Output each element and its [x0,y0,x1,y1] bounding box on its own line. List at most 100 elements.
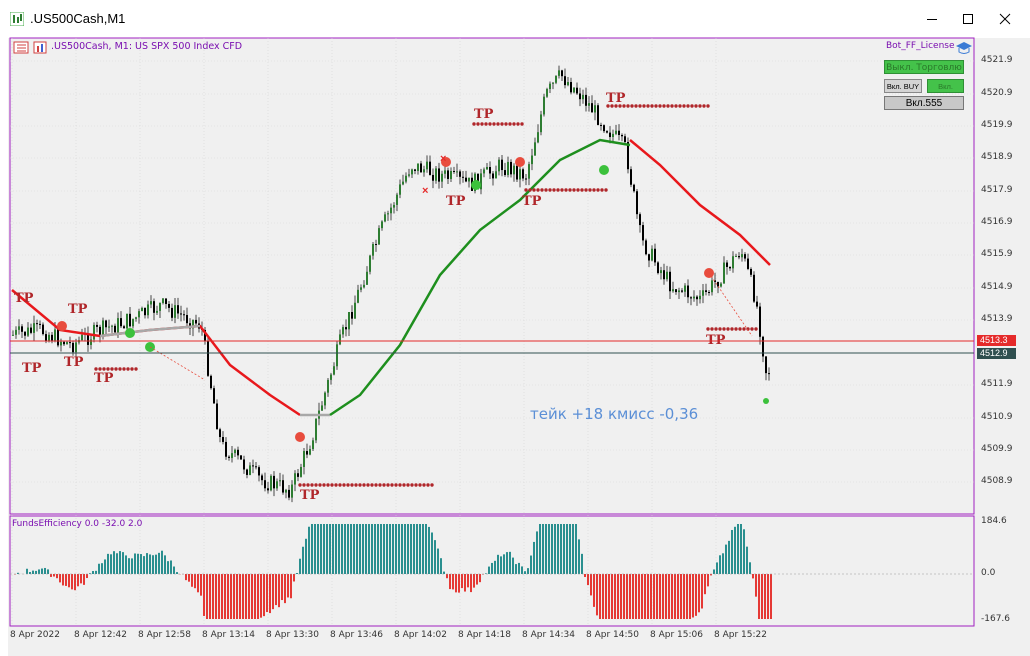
histogram-bar [80,574,82,584]
histogram-bar [137,553,139,574]
tp-label: TP [606,91,626,106]
indicator-list-icon[interactable] [13,41,29,54]
funds-efficiency-histogram [14,524,772,619]
candle-body [762,336,764,357]
histogram-bar [338,524,340,574]
candle-body [516,165,518,180]
histogram-bar [686,574,688,619]
candle-body [519,169,521,180]
tp-level-dot [488,122,492,126]
tp-label: TP [94,371,114,386]
histogram-bar [599,574,601,619]
candle-body [276,481,278,489]
histogram-bar [410,524,412,574]
histogram-bar [728,540,730,574]
tp-level-dot [342,483,346,487]
depth-of-market-icon[interactable] [33,41,47,54]
candle-body [753,274,755,302]
candle-body [438,168,440,182]
graduation-cap-icon [956,42,972,54]
histogram-bar [626,574,628,619]
candle-body [27,327,29,336]
candle-body [606,131,608,133]
histogram-bar [674,574,676,619]
price-tick-label: 4521.9 [981,55,1013,65]
histogram-bar [638,574,640,619]
histogram-bar [500,556,502,574]
histogram-bar [371,524,373,574]
buy-toggle-button[interactable]: Вкл. BUY [884,79,922,93]
candle-body [465,177,467,182]
histogram-bar [452,574,454,590]
histogram-bar [695,574,697,616]
candle-body [312,440,314,450]
candle-body [735,256,737,258]
candle-body [489,167,491,174]
histogram-bar [113,551,115,574]
tp-level-dot [564,188,568,192]
histogram-bar [395,524,397,574]
tp-level-dot [378,483,382,487]
candle-body [387,213,389,215]
histogram-bar [194,574,196,589]
histogram-bar [740,524,742,574]
tp-level-dot [362,483,366,487]
candle-body [33,323,35,333]
tp-level-dot [402,483,406,487]
candle-body [717,281,719,287]
candle-body [360,287,362,290]
candle-body [390,207,392,214]
candle-body [423,169,425,173]
histogram-bar [584,574,586,578]
candle-body [153,301,155,313]
tp-label: TP [522,194,542,209]
price-chart[interactable]: TPTPTPTPTPTPTPTP TPTPTP×× [0,0,1030,656]
trade-toggle-button[interactable]: Выкл. Торговлю [884,60,964,74]
histogram-bar [221,574,223,619]
histogram-bar [236,574,238,619]
magic-toggle-button[interactable]: Вкл.555 [884,96,964,110]
tp-level-dot [738,327,742,331]
tp-level-dot [528,188,532,192]
histogram-bar [305,538,307,574]
candle-body [183,314,185,316]
tp-level-dot [650,104,654,108]
candle-body [546,89,548,97]
histogram-bar [320,524,322,574]
histogram-bar [245,574,247,619]
histogram-bar [659,574,661,619]
tp-level-dot [670,104,674,108]
tp-level-dot [114,367,118,371]
tp-label: TP [64,355,84,370]
candle-body [450,170,452,179]
histogram-bar [365,524,367,574]
histogram-bar [404,524,406,574]
candle-body [543,96,545,115]
candle-body [18,326,20,330]
tp-level-dot [654,104,658,108]
tp-level-dot [334,483,338,487]
histogram-bar [737,524,739,574]
candle-body [237,449,239,456]
candle-body [555,75,557,83]
sell-toggle-button[interactable]: Вкл. SELL [927,79,964,105]
candle-body [327,379,329,393]
histogram-bar [770,574,772,619]
tp-level-dot [730,327,734,331]
candle-body [357,289,359,303]
candle-body [597,105,599,125]
tp-level-dot [476,122,480,126]
histogram-bar [464,574,466,592]
candle-body [594,105,596,113]
candle-body [468,177,470,182]
candle-body [213,388,215,404]
histogram-bar [677,574,679,619]
histogram-bar [749,562,751,574]
histogram-bar [263,574,265,617]
histogram-bar [317,524,319,574]
histogram-bar [752,574,754,579]
histogram-bar [83,574,85,585]
candle-body [444,170,446,174]
candle-body [552,82,554,84]
candle-body [534,142,536,156]
